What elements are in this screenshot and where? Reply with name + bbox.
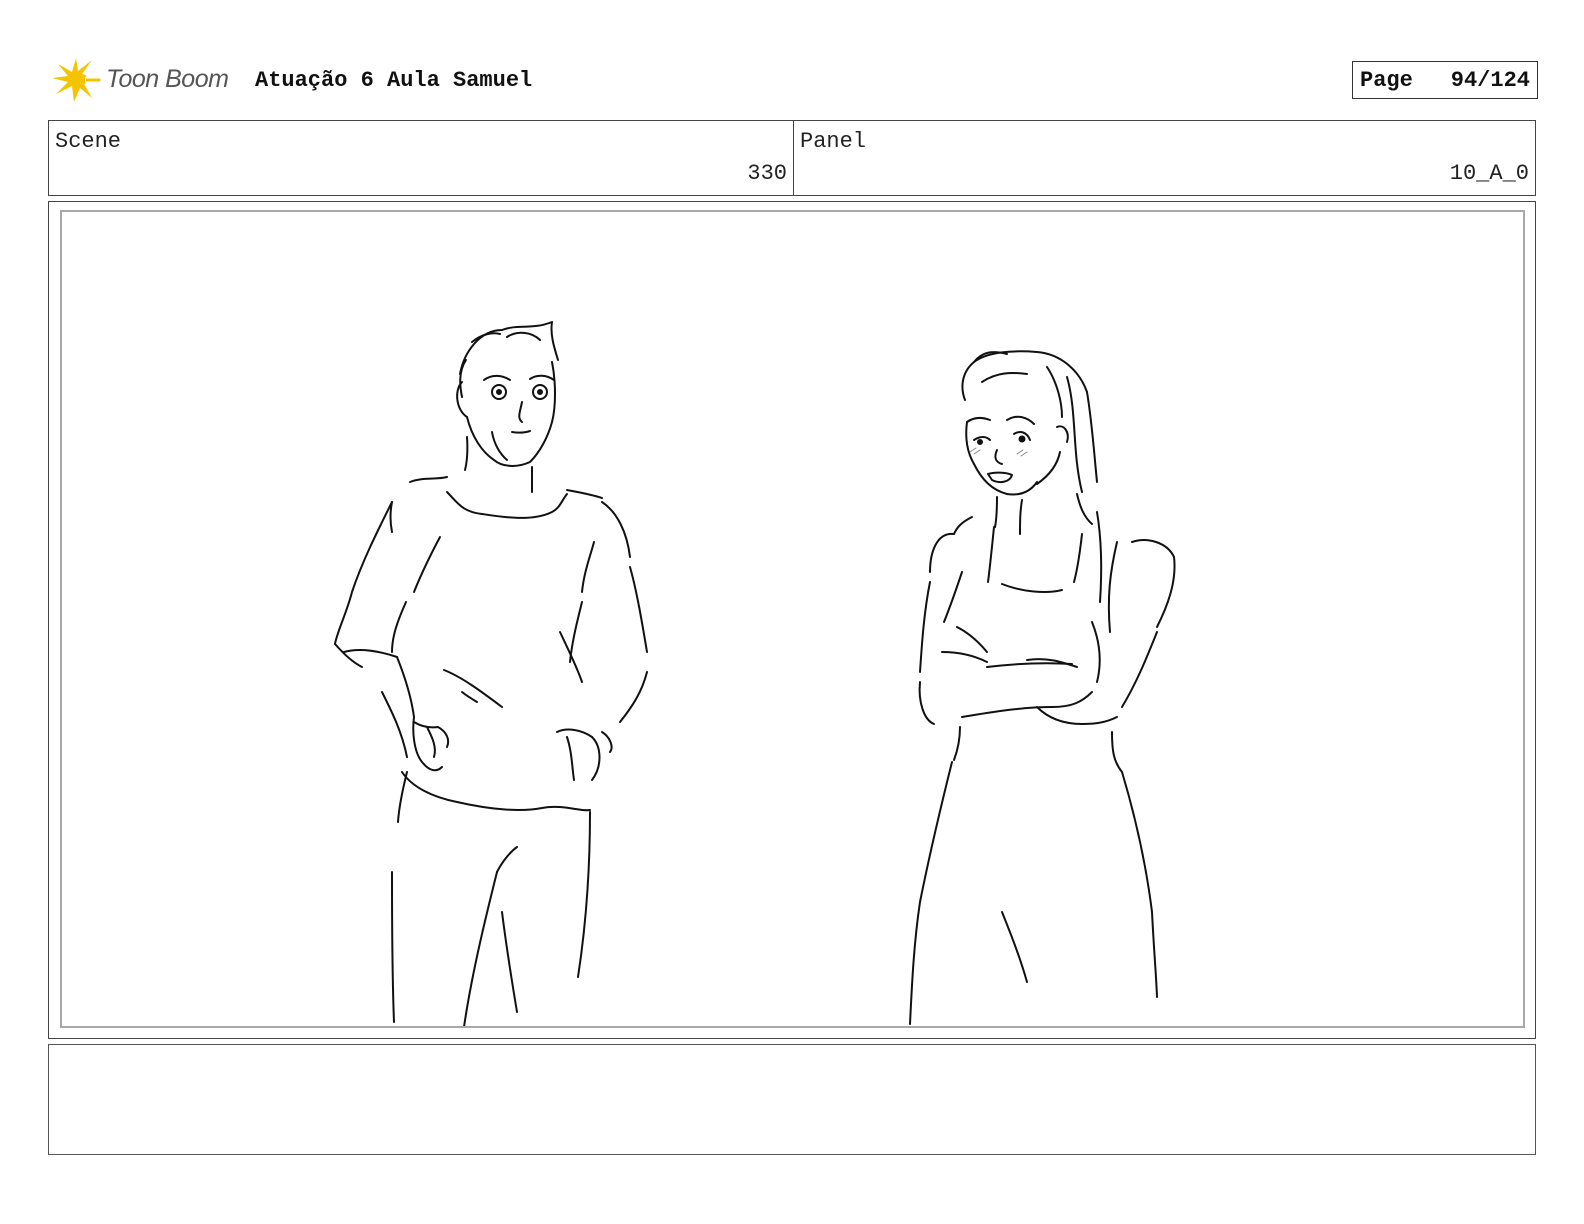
scene-cell: Scene 330 <box>49 121 794 195</box>
logo-text: Toon Boom <box>106 65 229 93</box>
sketch-drawing <box>334 321 1176 1026</box>
page-indicator: Page 94/124 <box>1352 61 1538 99</box>
scene-label: Scene <box>55 129 122 154</box>
page-number: 94/124 <box>1450 68 1530 93</box>
man-figure <box>334 321 648 1026</box>
page-label: Page <box>1360 68 1413 93</box>
document-title: Atuação 6 Aula Samuel <box>255 68 533 93</box>
toon-boom-logo: Toon Boom <box>52 56 242 106</box>
toon-boom-burst-icon <box>52 58 102 102</box>
panel-label: Panel <box>800 129 867 154</box>
storyboard-frame <box>48 201 1536 1039</box>
scene-panel-info: Scene 330 Panel 10_A_0 <box>48 120 1536 196</box>
notes-box <box>48 1044 1536 1155</box>
panel-value: 10_A_0 <box>1449 161 1529 186</box>
page-header: Toon Boom Atuação 6 Aula Samuel Page 94/… <box>50 56 1538 106</box>
woman-figure <box>909 350 1176 1025</box>
panel-cell: Panel 10_A_0 <box>794 121 1535 195</box>
scene-value: 330 <box>747 161 787 186</box>
storyboard-panel-image <box>60 210 1525 1028</box>
